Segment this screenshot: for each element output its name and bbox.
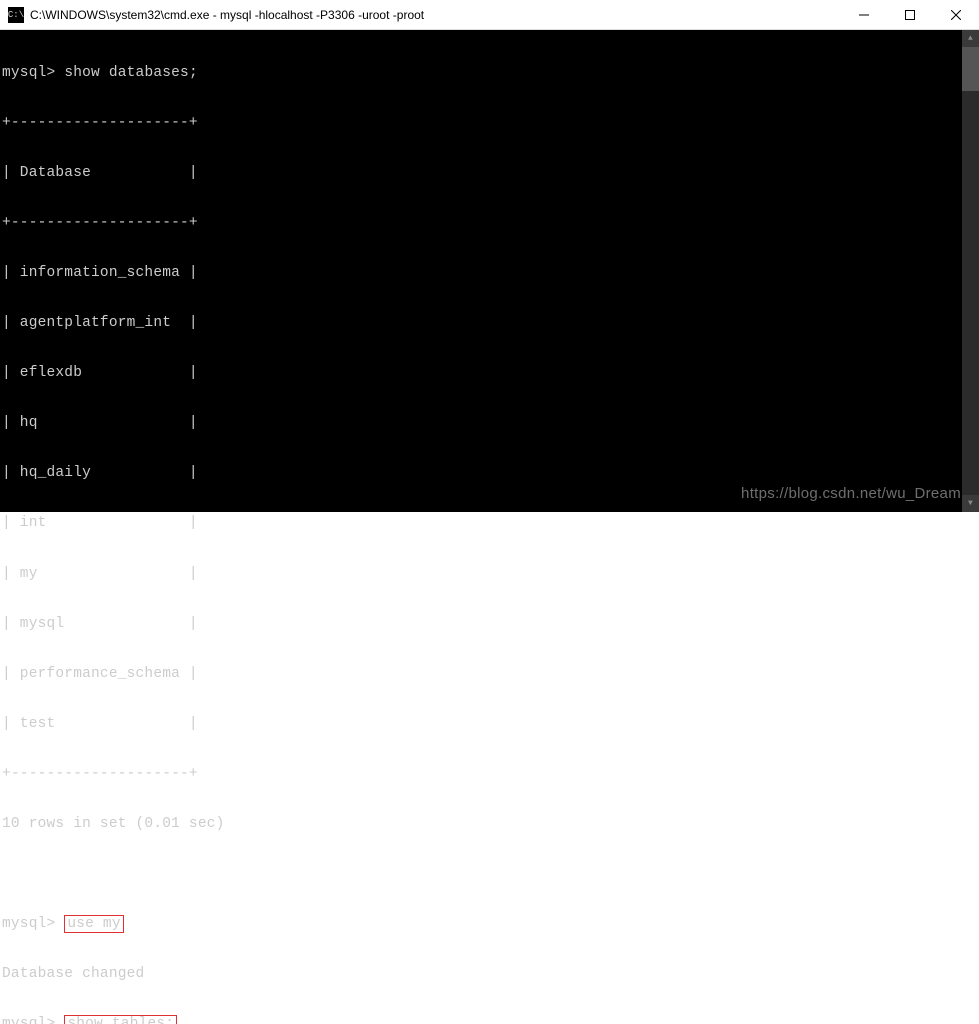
mysql-prompt: mysql> (2, 916, 55, 932)
scrollbar[interactable]: ▲ ▼ (962, 30, 979, 512)
table-border: +--------------------+ (2, 115, 979, 132)
close-button[interactable] (933, 0, 979, 29)
maximize-button[interactable] (887, 0, 933, 29)
table-border: +--------------------+ (2, 766, 979, 783)
table-row: | hq | (2, 415, 979, 432)
table-border: +--------------------+ (2, 215, 979, 232)
status-message: Database changed (2, 966, 979, 983)
table-row: | information_schema | (2, 265, 979, 282)
terminal-area[interactable]: mysql> show databases; +----------------… (0, 30, 979, 512)
result-summary: 10 rows in set (0.01 sec) (2, 816, 979, 833)
scroll-up-button[interactable]: ▲ (962, 30, 979, 47)
table-row: | eflexdb | (2, 365, 979, 382)
titlebar: C:\ C:\WINDOWS\system32\cmd.exe - mysql … (0, 0, 979, 30)
command-show-tables-highlighted: show tables; (64, 1015, 177, 1024)
blank-line (2, 866, 979, 883)
table-row: | int | (2, 515, 979, 532)
watermark: https://blog.csdn.net/wu_Dream (741, 485, 961, 502)
table-row: | mysql | (2, 616, 979, 633)
table-row: | agentplatform_int | (2, 315, 979, 332)
table-row: | test | (2, 716, 979, 733)
command-use-highlighted: use my (64, 915, 123, 934)
scroll-down-button[interactable]: ▼ (962, 495, 979, 512)
table-row: | my | (2, 566, 979, 583)
window-controls (841, 0, 979, 29)
cmd-icon: C:\ (8, 7, 24, 23)
mysql-prompt: mysql> (2, 65, 55, 81)
window-title: C:\WINDOWS\system32\cmd.exe - mysql -hlo… (30, 8, 841, 22)
mysql-prompt: mysql> (2, 1016, 55, 1024)
command-show-databases: show databases; (64, 65, 198, 81)
scrollbar-thumb[interactable] (962, 47, 979, 91)
table-row: | performance_schema | (2, 666, 979, 683)
table-header: | Database | (2, 165, 979, 182)
table-row: | hq_daily | (2, 465, 979, 482)
minimize-button[interactable] (841, 0, 887, 29)
